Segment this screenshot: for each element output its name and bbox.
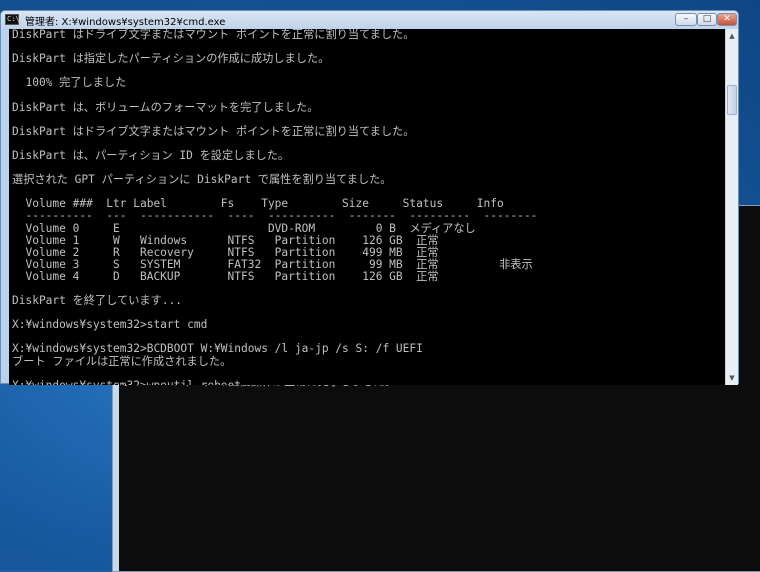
scroll-down-arrow-icon[interactable]: ▼ — [726, 371, 738, 385]
console-line: 選択された GPT パーティションに DiskPart で属性を割り当てました。 — [12, 173, 392, 187]
console-line: ブート ファイルは正常に作成されました。 — [12, 354, 232, 368]
minimize-button[interactable]: – — [675, 13, 697, 26]
scroll-thumb[interactable] — [727, 85, 737, 115]
console-line: Volume 1 W Windows NTFS Partition 126 GB… — [12, 233, 439, 247]
console-line: X:¥windows¥system32>wpeutil reboot — [9, 379, 725, 385]
cmd-window[interactable]: C:\ 管理者: X:¥windows¥system32¥cmd.exe – □… — [0, 10, 739, 385]
scroll-up-arrow-icon[interactable]: ▲ — [726, 29, 738, 43]
console-line: DiskPart は、パーティション ID を設定しました。 — [12, 148, 290, 162]
vertical-scrollbar[interactable]: ▲ ▼ — [725, 29, 738, 385]
console-line: DiskPart はドライブ文字またはマウント ポイントを正常に割り当てました。 — [12, 124, 415, 138]
window-title: 管理者: X:¥windows¥system32¥cmd.exe — [25, 17, 226, 28]
maximize-button[interactable]: □ — [697, 13, 717, 26]
console-line: ---------- --- ----------- ---- --------… — [12, 209, 538, 223]
console-line: 100% 完了しました — [12, 76, 127, 90]
cmd-app-icon[interactable]: C:\ — [5, 14, 20, 25]
title-bar[interactable]: C:\ 管理者: X:¥windows¥system32¥cmd.exe – □… — [1, 11, 738, 29]
console-line: X:¥windows¥system32>BCDBOOT W:¥Windows /… — [12, 342, 423, 356]
console-line: Volume 4 D BACKUP NTFS Partition 126 GB … — [12, 269, 439, 283]
console-line: DiskPart は指定したパーティションの作成に成功しました。 — [12, 52, 330, 66]
console-line: DiskPart を終了しています... — [12, 294, 182, 308]
console-line: DiskPart はドライブ文字またはマウント ポイントを正常に割り当てました。 — [12, 29, 415, 41]
console-line: DiskPart は、ボリュームのフォーマットを完了しました。 — [12, 100, 319, 114]
console-line: Volume 0 E DVD-ROM 0 B メディアなし — [12, 221, 476, 235]
console-line: Volume 2 R Recovery NTFS Partition 499 M… — [12, 245, 439, 259]
close-button[interactable]: ✕ — [717, 13, 737, 26]
console-output[interactable]: DiskPart はドライブ文字またはマウント ポイントを正常に割り当てました。… — [9, 29, 725, 385]
console-line: X:¥windows¥system32>start cmd — [12, 318, 208, 332]
